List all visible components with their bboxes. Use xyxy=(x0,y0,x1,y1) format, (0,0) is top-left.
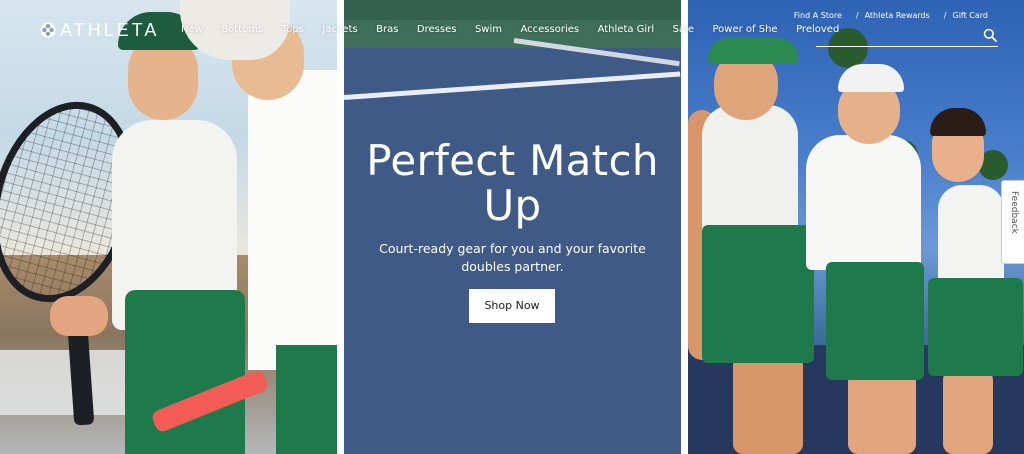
court-line xyxy=(344,71,681,100)
hero-subtitle: Court-ready gear for you and your favori… xyxy=(379,241,646,274)
utility-separator: / xyxy=(943,11,947,20)
hand-holding-racket xyxy=(50,296,108,336)
nav-item-swim[interactable]: Swim xyxy=(475,23,502,37)
utility-separator: / xyxy=(855,11,859,20)
hero-image-left[interactable] xyxy=(0,0,337,454)
hero-image-right[interactable] xyxy=(688,0,1024,454)
nav-item-accessories[interactable]: Accessories xyxy=(520,23,579,37)
search-underline xyxy=(816,46,998,47)
woman-white-tank xyxy=(702,105,798,235)
search-input[interactable] xyxy=(816,28,976,44)
athleta-flower-icon xyxy=(40,22,56,38)
nav-item-power-of-she[interactable]: Power of She xyxy=(713,23,778,37)
athleta-rewards-link[interactable]: Athleta Rewards xyxy=(865,11,930,20)
athleta-logo[interactable]: ATHLETA xyxy=(40,20,159,40)
hero-center-panel: Perfect Match Up Court-ready gear for yo… xyxy=(344,0,681,454)
girl-white-long-sleeve xyxy=(806,135,921,270)
shop-now-button[interactable]: Shop Now xyxy=(469,289,555,323)
girl-white-tank xyxy=(938,185,1004,285)
green-tennis-skirt xyxy=(125,290,245,454)
nav-item-dresses[interactable]: Dresses xyxy=(417,23,457,37)
feedback-tab[interactable]: Feedback xyxy=(1001,180,1024,264)
woman-white-zip-top xyxy=(248,70,337,370)
utility-links: Find A Store / Athleta Rewards / Gift Ca… xyxy=(794,11,988,20)
find-a-store-link[interactable]: Find A Store xyxy=(794,11,842,20)
green-tennis-skirt xyxy=(702,225,814,363)
girl-leg-2 xyxy=(943,370,993,454)
nav-item-sale[interactable]: Sale xyxy=(673,23,694,37)
search-icon xyxy=(983,28,997,42)
hero-title: Perfect Match Up xyxy=(366,136,659,230)
girl-hair xyxy=(930,108,986,136)
woman-leg xyxy=(733,355,803,454)
nav-item-athleta-girl[interactable]: Athleta Girl xyxy=(598,23,655,37)
green-tennis-skirt-2 xyxy=(826,262,924,380)
nav-item-jackets[interactable]: Jackets xyxy=(322,23,357,37)
main-navigation: New Bottoms Tops Jackets Bras Dresses Sw… xyxy=(181,23,858,37)
white-visor xyxy=(838,64,904,92)
gift-card-link[interactable]: Gift Card xyxy=(953,11,989,20)
nav-item-new[interactable]: New xyxy=(181,23,203,37)
nav-item-bottoms[interactable]: Bottoms xyxy=(221,23,263,37)
nav-item-tops[interactable]: Tops xyxy=(282,23,304,37)
athleta-homepage: Perfect Match Up Court-ready gear for yo… xyxy=(0,0,1024,454)
court-shadow xyxy=(344,0,681,20)
girl-leg xyxy=(848,372,916,454)
logo-wordmark: ATHLETA xyxy=(60,19,160,40)
nav-item-bras[interactable]: Bras xyxy=(376,23,398,37)
green-tennis-skirt-3 xyxy=(928,278,1023,376)
feedback-label: Feedback xyxy=(1009,191,1019,234)
green-tennis-skirt-2 xyxy=(276,345,337,454)
green-visor xyxy=(708,38,798,64)
search-button[interactable] xyxy=(982,28,998,44)
